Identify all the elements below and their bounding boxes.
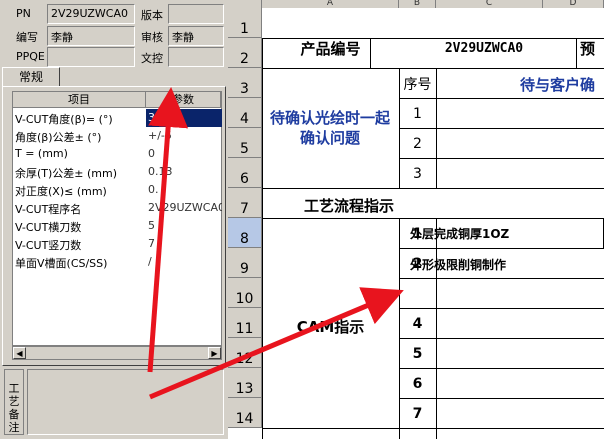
- tab-general[interactable]: 常规: [2, 67, 60, 87]
- param-value[interactable]: /: [146, 253, 222, 271]
- product-no-value[interactable]: 2V29UZWCA0: [399, 41, 569, 56]
- pn-field[interactable]: 2V29UZWCA0: [47, 4, 135, 24]
- param-row[interactable]: 对正度(X)≤ (mm) 0.: [13, 181, 221, 199]
- row-header[interactable]: 3: [228, 68, 262, 98]
- row-header[interactable]: 5: [228, 128, 262, 158]
- editor-label: 编写: [16, 31, 38, 44]
- row-header[interactable]: 12: [228, 338, 262, 368]
- ppqe-field[interactable]: [47, 47, 135, 67]
- reviewer-label: 审核: [141, 31, 163, 44]
- cam-seq-cell[interactable]: 5: [399, 346, 436, 362]
- param-value[interactable]: 0.: [146, 181, 222, 199]
- column-header-bar: A B C D: [228, 0, 604, 8]
- row-header[interactable]: 10: [228, 278, 262, 308]
- seq-2[interactable]: 2: [399, 136, 436, 152]
- notes-label: 工艺备注: [4, 369, 24, 435]
- row-header[interactable]: 13: [228, 368, 262, 398]
- parameter-grid: 项目 参数 V-CUT角度(β)= (°) 30 角度(β)公差± (°) +/-5 T…: [12, 91, 222, 346]
- param-name: V-CUT横刀数: [15, 221, 82, 234]
- ppqe-label: PPQE: [16, 50, 45, 63]
- param-name: 对正度(X)≤ (mm): [15, 185, 107, 198]
- editor-field[interactable]: 李静: [47, 26, 135, 46]
- cam-label[interactable]: CAM指示: [262, 316, 399, 337]
- cam-item-2[interactable]: 外形极限削铜制作: [410, 256, 604, 273]
- properties-panel: PN 2V29UZWCA0 版本 编写 李静 审核 李静 PPQE 文控 常规 …: [0, 0, 228, 439]
- horizontal-scrollbar[interactable]: ◀ ▶: [12, 346, 222, 360]
- param-row[interactable]: 角度(β)公差± (°) +/-5: [13, 127, 221, 145]
- param-row[interactable]: 余厚(T)公差± (mm) 0.13: [13, 163, 221, 181]
- version-field[interactable]: [168, 4, 224, 24]
- param-name: T = (mm): [15, 147, 68, 160]
- column-header-c[interactable]: C: [436, 0, 543, 8]
- scroll-right-icon[interactable]: ▶: [208, 347, 221, 359]
- column-header-a[interactable]: A: [262, 0, 399, 8]
- process-flow-label[interactable]: 工艺流程指示: [262, 195, 436, 216]
- doc-control-field[interactable]: [168, 47, 224, 67]
- param-row[interactable]: 单面V槽面(CS/SS) /: [13, 253, 221, 271]
- param-name: 单面V槽面(CS/SS): [15, 257, 108, 270]
- param-row[interactable]: V-CUT程序名 2V29UZWCA0.CS: [13, 199, 222, 217]
- row-header[interactable]: 1: [228, 8, 262, 38]
- row-header[interactable]: 4: [228, 98, 262, 128]
- row-header[interactable]: 11: [228, 308, 262, 338]
- param-name: 余厚(T)公差± (mm): [15, 167, 118, 180]
- param-value[interactable]: 0: [146, 145, 222, 163]
- row-header[interactable]: 9: [228, 248, 262, 278]
- cam-seq-cell[interactable]: 4: [399, 316, 436, 332]
- param-value[interactable]: 2V29UZWCA0.CS: [146, 199, 222, 217]
- param-name: V-CUT竖刀数: [15, 239, 82, 252]
- row-header[interactable]: 2: [228, 38, 262, 68]
- pending-confirm-label[interactable]: 待确认光绘时一起确认问题: [264, 108, 396, 148]
- reviewer-field[interactable]: 李静: [168, 26, 224, 46]
- param-row[interactable]: V-CUT横刀数 5: [13, 217, 221, 235]
- param-row[interactable]: V-CUT角度(β)= (°) 30: [13, 109, 222, 127]
- param-row[interactable]: T = (mm) 0: [13, 145, 221, 163]
- grid-header-item[interactable]: 项目: [13, 92, 146, 108]
- param-row[interactable]: V-CUT竖刀数 7: [13, 235, 221, 253]
- spreadsheet[interactable]: A B C D 1 2 3 4 5 6 7 8 9 10 11 12 13 14 产品编号 2V29UZW…: [228, 0, 604, 439]
- row-header[interactable]: 14: [228, 398, 262, 428]
- param-name: 角度(β)公差± (°): [15, 131, 102, 144]
- cam-seq-cell[interactable]: 7: [399, 406, 436, 422]
- seq-label[interactable]: 序号: [399, 74, 436, 94]
- param-value[interactable]: 5: [146, 217, 222, 235]
- seq-1[interactable]: 1: [399, 106, 436, 122]
- cam-seq-cell[interactable]: 6: [399, 376, 436, 392]
- customer-confirm-label[interactable]: 待与客户确: [520, 74, 604, 95]
- header-row-editor: 编写 李静 审核 李静: [0, 25, 228, 47]
- column-header-d[interactable]: D: [543, 0, 604, 8]
- notes-label-text: 工艺备注: [8, 382, 20, 434]
- cam-item-1[interactable]: 外层完成铜厚1OZ: [410, 225, 604, 242]
- corner-cell[interactable]: [228, 0, 262, 8]
- column-header-b[interactable]: B: [399, 0, 436, 8]
- param-value[interactable]: 30: [146, 109, 222, 127]
- param-name: V-CUT程序名: [15, 203, 82, 216]
- row-header[interactable]: 8: [228, 218, 262, 248]
- pre-label[interactable]: 预: [580, 38, 604, 59]
- pn-label: PN: [16, 7, 31, 20]
- param-value[interactable]: 0.13: [146, 163, 222, 181]
- grid-header-param[interactable]: 参数: [146, 92, 221, 108]
- row-header[interactable]: 6: [228, 158, 262, 188]
- param-value[interactable]: 7: [146, 235, 222, 253]
- header-row-pn: PN 2V29UZWCA0 版本: [0, 3, 228, 25]
- param-value[interactable]: +/-5: [146, 127, 222, 145]
- row-header[interactable]: 7: [228, 188, 262, 218]
- version-label: 版本: [141, 9, 163, 22]
- product-no-label[interactable]: 产品编号: [262, 38, 399, 59]
- seq-3[interactable]: 3: [399, 166, 436, 182]
- param-name: V-CUT角度(β)= (°): [15, 113, 113, 126]
- scroll-left-icon[interactable]: ◀: [13, 347, 26, 359]
- header-row-ppqe: PPQE 文控: [0, 46, 228, 68]
- doc-control-label: 文控: [141, 52, 163, 65]
- notes-field[interactable]: [27, 369, 224, 435]
